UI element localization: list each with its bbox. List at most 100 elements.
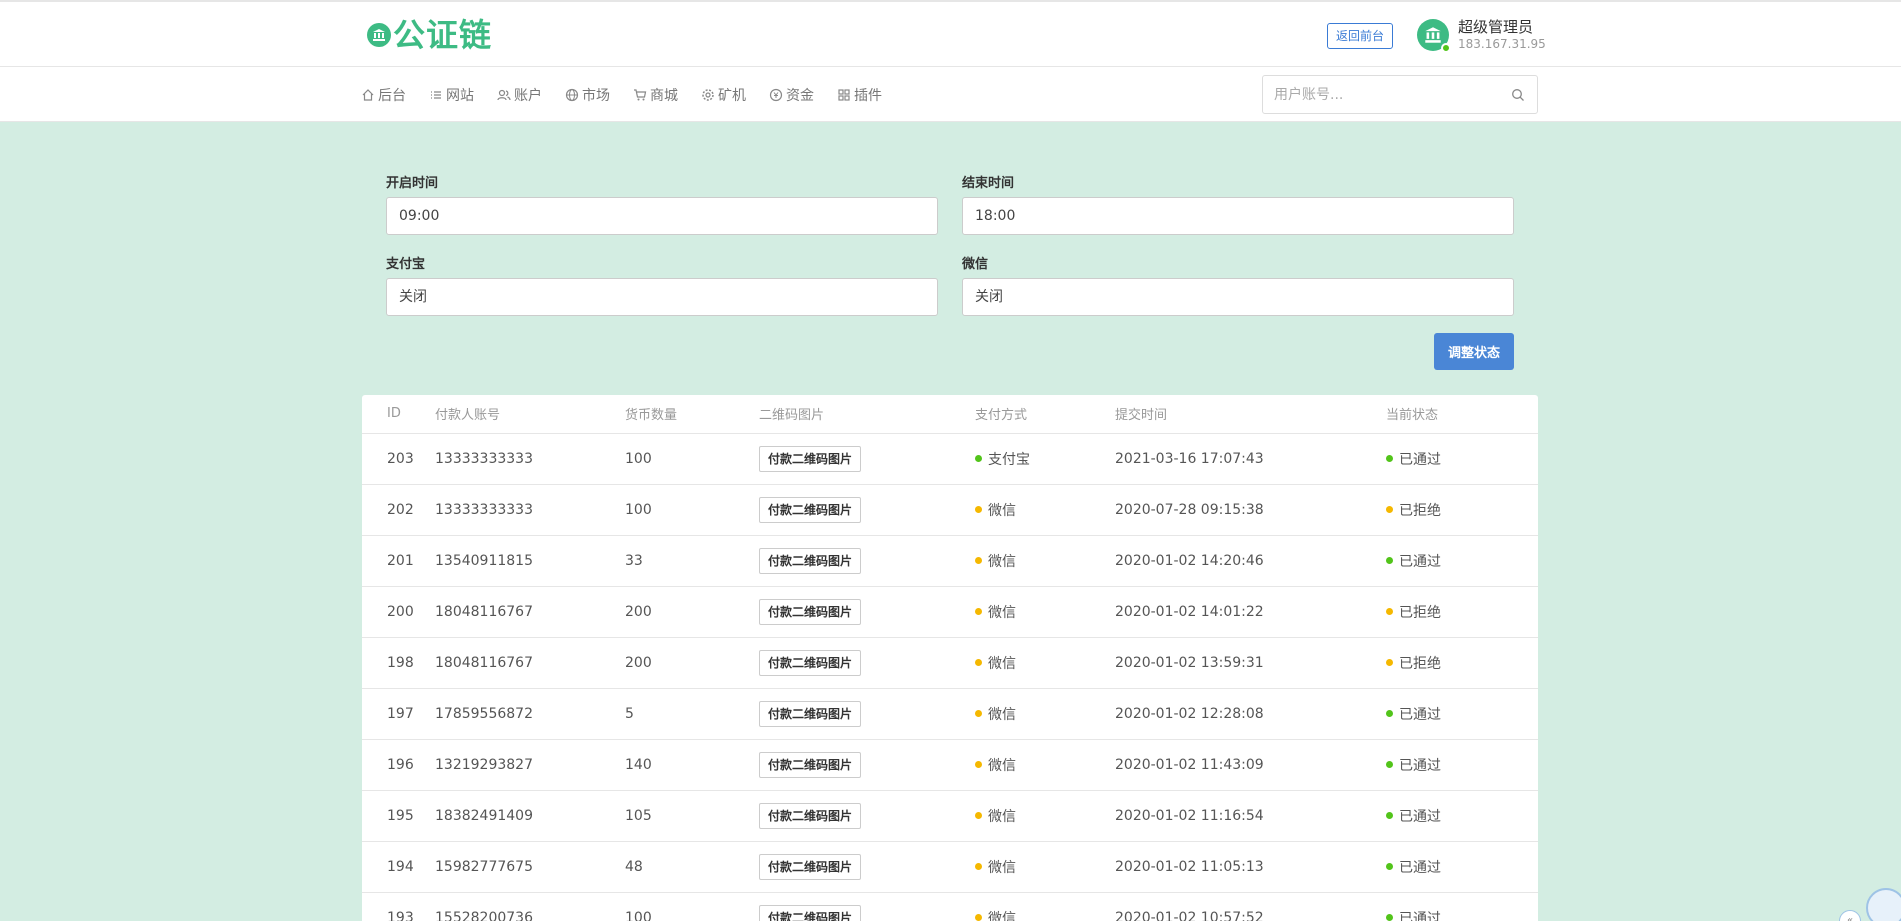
status-dot — [1386, 659, 1393, 666]
qr-image-button[interactable]: 付款二维码图片 — [759, 853, 862, 880]
cell-id: 200 — [362, 586, 435, 638]
method-label: 微信 — [988, 553, 1016, 570]
qr-image-button[interactable]: 付款二维码图片 — [759, 700, 862, 727]
qr-image-button[interactable]: 付款二维码图片 — [759, 751, 862, 778]
method-dot — [975, 710, 982, 717]
table-row: 196 13219293827 140 付款二维码图片 微信 2020-01-02 11:… — [362, 739, 1538, 791]
nav-item-label: 资金 — [786, 87, 814, 104]
search-input[interactable] — [1263, 76, 1493, 113]
admin-profile[interactable]: 超级管理员 183.167.31.95 — [1417, 18, 1546, 53]
cell-qr: 付款二维码图片 — [759, 892, 975, 921]
method-label: 微信 — [988, 910, 1016, 921]
cart-icon — [634, 88, 647, 100]
cell-time: 2020-01-02 14:20:46 — [1115, 535, 1386, 587]
wechat-select[interactable]: 关闭 — [962, 278, 1514, 316]
start-time-field[interactable]: 09:00 — [386, 197, 938, 235]
coin-icon — [769, 88, 783, 101]
method-label: 支付宝 — [988, 451, 1030, 468]
nav-item-accounts[interactable]: 账户 — [497, 85, 542, 105]
cell-account: 15982777675 — [435, 841, 625, 893]
cell-qr: 付款二维码图片 — [759, 790, 975, 842]
adjust-status-button[interactable]: 调整状态 — [1434, 333, 1514, 370]
status-dot — [1386, 863, 1393, 870]
status-label: 已通过 — [1399, 910, 1441, 921]
qr-image-button[interactable]: 付款二维码图片 — [759, 598, 862, 625]
alipay-select[interactable]: 关闭 — [386, 278, 938, 316]
cell-qr: 付款二维码图片 — [759, 535, 975, 587]
cell-method: 微信 — [975, 739, 1115, 791]
collapse-icon[interactable]: « — [1839, 910, 1861, 921]
cell-time: 2021-03-16 17:07:43 — [1115, 433, 1386, 485]
nav-item-website[interactable]: 网站 — [429, 85, 474, 105]
column-header-status: 当前状态 — [1386, 395, 1538, 434]
cell-id: 197 — [362, 688, 435, 740]
status-label: 已通过 — [1399, 859, 1441, 876]
method-dot — [975, 659, 982, 666]
admin-ip: 183.167.31.95 — [1458, 37, 1546, 51]
method-dot — [975, 863, 982, 870]
cell-method: 微信 — [975, 841, 1115, 893]
status-dot — [1386, 812, 1393, 819]
top-header: 公证链 返回前台 超级管理员 183.167.31.95 — [0, 0, 1901, 67]
list-icon — [431, 90, 441, 99]
qr-image-button[interactable]: 付款二维码图片 — [759, 649, 862, 676]
nav-item-mall[interactable]: 商城 — [633, 85, 678, 105]
cell-id: 202 — [362, 484, 435, 536]
method-dot — [975, 506, 982, 513]
column-header-method: 支付方式 — [975, 395, 1115, 434]
back-to-frontend-button[interactable]: 返回前台 — [1327, 23, 1394, 49]
column-header-time: 提交时间 — [1115, 395, 1386, 434]
method-dot — [975, 914, 982, 921]
nav-item-backend[interactable]: 后台 — [361, 85, 406, 105]
cell-qr: 付款二维码图片 — [759, 637, 975, 689]
status-label: 已拒绝 — [1399, 655, 1441, 672]
cell-account: 13540911815 — [435, 535, 625, 587]
logo[interactable]: 公证链 — [367, 17, 492, 53]
nav-item-plugins[interactable]: 插件 — [837, 85, 882, 105]
cell-account: 15528200736 — [435, 892, 625, 921]
cell-status: 已拒绝 — [1386, 637, 1538, 689]
table-row: 201 13540911815 33 付款二维码图片 微信 2020-01-02 14:2… — [362, 535, 1538, 587]
avatar[interactable] — [1417, 19, 1451, 53]
nav-item-label: 账户 — [514, 87, 542, 104]
qr-image-button[interactable]: 付款二维码图片 — [759, 445, 862, 472]
cell-status: 已通过 — [1386, 433, 1538, 485]
cell-status: 已通过 — [1386, 739, 1538, 791]
end-time-field[interactable]: 18:00 — [962, 197, 1514, 235]
cell-time: 2020-01-02 11:05:13 — [1115, 841, 1386, 893]
nav-item-miner[interactable]: 矿机 — [701, 85, 746, 105]
search-icon[interactable] — [1511, 88, 1525, 102]
qr-image-button[interactable]: 付款二维码图片 — [759, 904, 862, 921]
qr-image-button[interactable]: 付款二维码图片 — [759, 547, 862, 574]
cell-amount: 105 — [625, 790, 759, 842]
method-dot — [975, 608, 982, 615]
column-header-qr: 二维码图片 — [759, 395, 975, 434]
assistant-float-button[interactable] — [1866, 888, 1901, 921]
cell-id: 196 — [362, 739, 435, 791]
admin-name: 超级管理员 — [1458, 18, 1534, 36]
status-dot — [1386, 608, 1393, 615]
wechat-label: 微信 — [962, 257, 989, 272]
cell-account: 17859556872 — [435, 688, 625, 740]
qr-image-button[interactable]: 付款二维码图片 — [759, 802, 862, 829]
nav-item-label: 矿机 — [718, 87, 746, 104]
table-row: 197 17859556872 5 付款二维码图片 微信 2020-01-02 12:28… — [362, 688, 1538, 740]
method-label: 微信 — [988, 859, 1016, 876]
cell-qr: 付款二维码图片 — [759, 739, 975, 791]
cell-amount: 48 — [625, 841, 759, 893]
cell-status: 已拒绝 — [1386, 586, 1538, 638]
nav-item-market[interactable]: 市场 — [565, 85, 610, 105]
nav-item-funds[interactable]: 资金 — [769, 85, 814, 105]
cell-account: 13333333333 — [435, 433, 625, 485]
cell-status: 已通过 — [1386, 688, 1538, 740]
online-status-dot — [1441, 43, 1451, 53]
cell-amount: 200 — [625, 586, 759, 638]
qr-image-button[interactable]: 付款二维码图片 — [759, 496, 862, 523]
method-label: 微信 — [988, 604, 1016, 621]
cell-qr: 付款二维码图片 — [759, 586, 975, 638]
column-header-amount: 货币数量 — [625, 395, 759, 434]
start-time-label: 开启时间 — [386, 176, 439, 191]
status-dot — [1386, 914, 1393, 921]
cell-qr: 付款二维码图片 — [759, 841, 975, 893]
cell-time: 2020-01-02 14:01:22 — [1115, 586, 1386, 638]
